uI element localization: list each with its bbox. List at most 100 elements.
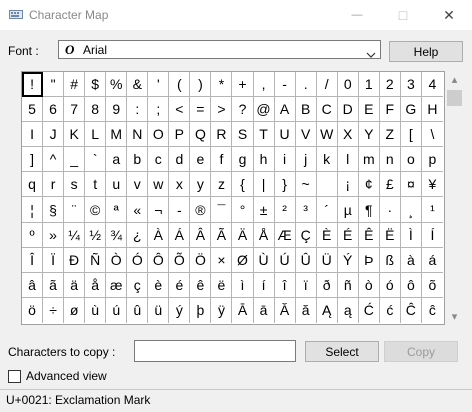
character-cell[interactable]: Ą: [317, 297, 338, 323]
character-cell[interactable]: ì: [232, 272, 254, 298]
character-cell[interactable]: â: [22, 272, 44, 298]
character-cell[interactable]: \: [421, 122, 443, 148]
character-cell[interactable]: ï: [295, 272, 317, 298]
character-cell[interactable]: p: [421, 147, 443, 173]
character-cell[interactable]: ?: [232, 97, 254, 123]
character-cell[interactable]: C: [316, 97, 338, 123]
advanced-view-checkbox[interactable]: [8, 369, 21, 383]
character-cell[interactable]: W: [316, 122, 338, 148]
character-cell[interactable]: ā: [254, 297, 275, 323]
character-cell[interactable]: ý: [169, 297, 191, 323]
character-cell[interactable]: Ú: [274, 247, 296, 273]
character-cell[interactable]: ß: [379, 247, 401, 273]
character-cell[interactable]: I: [22, 122, 44, 148]
character-cell[interactable]: >: [211, 97, 233, 123]
character-cell[interactable]: ó: [379, 272, 401, 298]
character-cell[interactable]: F: [379, 97, 401, 123]
character-cell[interactable]: ¿: [127, 222, 149, 248]
character-cell[interactable]: H: [421, 97, 443, 123]
character-cell[interactable]: Á: [169, 222, 191, 248]
character-cell[interactable]: Ç: [295, 222, 317, 248]
character-cell[interactable]: Y: [358, 122, 380, 148]
character-cell[interactable]: Ý: [337, 247, 359, 273]
character-cell[interactable]: þ: [190, 297, 212, 323]
character-cell[interactable]: Ð: [64, 247, 86, 273]
character-cell[interactable]: Â: [190, 222, 212, 248]
scroll-down-button[interactable]: ▾: [446, 308, 463, 325]
character-cell[interactable]: ': [148, 72, 170, 98]
select-button[interactable]: Select: [305, 341, 379, 362]
character-cell[interactable]: g: [232, 147, 254, 173]
character-cell[interactable]: ³: [295, 197, 317, 223]
character-cell[interactable]: -: [169, 197, 191, 223]
character-cell[interactable]: {: [232, 172, 254, 198]
character-cell[interactable]: £: [379, 172, 401, 198]
character-cell[interactable]: ¹: [421, 197, 443, 223]
character-cell[interactable]: «: [127, 197, 149, 223]
character-cell[interactable]: z: [211, 172, 233, 198]
character-cell[interactable]: l: [337, 147, 359, 173]
character-cell[interactable]: à: [400, 247, 422, 273]
character-cell[interactable]: Ć: [359, 297, 380, 323]
character-cell[interactable]: ¨: [64, 197, 86, 223]
character-cell[interactable]: Å: [253, 222, 275, 248]
character-cell[interactable]: $: [85, 72, 107, 98]
character-cell[interactable]: K: [64, 122, 86, 148]
character-cell[interactable]: 2: [379, 72, 401, 98]
character-cell[interactable]: v: [127, 172, 149, 198]
vertical-scrollbar[interactable]: ▴ ▾: [446, 71, 463, 325]
character-cell[interactable]: ¢: [358, 172, 380, 198]
character-cell[interactable]: q: [22, 172, 44, 198]
character-cell[interactable]: u: [106, 172, 128, 198]
character-cell[interactable]: ã: [43, 272, 65, 298]
character-cell[interactable]: t: [85, 172, 107, 198]
help-button[interactable]: Help: [389, 41, 463, 62]
character-cell[interactable]: ~: [295, 172, 317, 198]
character-cell[interactable]: ¾: [106, 222, 128, 248]
character-cell[interactable]: 0: [337, 72, 359, 98]
character-cell[interactable]: f: [211, 147, 233, 173]
character-cell[interactable]: æ: [106, 272, 128, 298]
character-cell[interactable]: D: [337, 97, 359, 123]
character-cell[interactable]: ö: [22, 297, 44, 323]
character-cell[interactable]: o: [400, 147, 422, 173]
character-cell[interactable]: x: [169, 172, 191, 198]
character-cell[interactable]: -: [274, 72, 296, 98]
character-cell[interactable]: B: [295, 97, 317, 123]
character-cell[interactable]: ¤: [400, 172, 422, 198]
minimize-button[interactable]: —: [334, 0, 380, 30]
character-cell[interactable]: 5: [22, 97, 44, 123]
character-cell[interactable]: È: [316, 222, 338, 248]
character-cell[interactable]: ¸: [400, 197, 422, 223]
character-cell[interactable]: k: [316, 147, 338, 173]
character-cell[interactable]: Ë: [379, 222, 401, 248]
character-cell[interactable]: n: [379, 147, 401, 173]
character-cell[interactable]: d: [169, 147, 191, 173]
character-cell[interactable]: .: [295, 72, 317, 98]
character-cell[interactable]: Ê: [358, 222, 380, 248]
character-cell[interactable]: Ĉ: [401, 297, 422, 323]
character-cell[interactable]: E: [358, 97, 380, 123]
character-cell[interactable]: [: [400, 122, 422, 148]
character-cell[interactable]: ă: [296, 297, 317, 323]
character-cell[interactable]: á: [421, 248, 443, 273]
character-cell[interactable]: b: [127, 147, 149, 173]
character-cell[interactable]: ^: [43, 147, 65, 173]
character-cell[interactable]: ä: [64, 272, 86, 298]
character-cell[interactable]: »: [43, 222, 65, 248]
character-cell[interactable]: ú: [106, 297, 128, 323]
character-cell[interactable]: ¯: [211, 197, 233, 223]
character-cell[interactable]: ¬: [148, 197, 170, 223]
maximize-button[interactable]: □: [380, 0, 426, 30]
character-cell[interactable]: @: [253, 97, 275, 123]
character-cell[interactable]: Ă: [275, 297, 296, 323]
character-cell[interactable]: ô: [400, 272, 422, 298]
character-cell[interactable]: Ñ: [85, 247, 107, 273]
character-cell[interactable]: É: [337, 222, 359, 248]
character-cell[interactable]: s: [64, 172, 86, 198]
character-cell[interactable]: *: [211, 72, 233, 98]
character-cell[interactable]: ¦: [22, 197, 44, 223]
character-cell[interactable]: Ü: [316, 247, 338, 273]
character-cell[interactable]: i: [274, 147, 296, 173]
character-cell[interactable]: U: [274, 122, 296, 148]
